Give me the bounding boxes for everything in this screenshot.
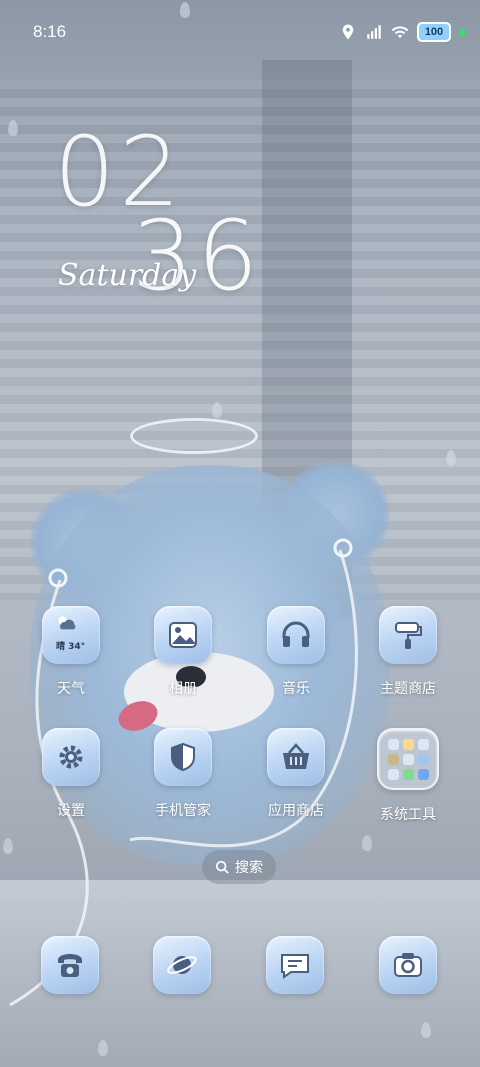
search-icon xyxy=(215,860,229,874)
raindrop xyxy=(3,838,13,854)
clock-day: Saturday xyxy=(58,258,197,293)
phone-icon xyxy=(58,954,82,977)
dock-browser[interactable] xyxy=(153,936,211,994)
basket-icon xyxy=(267,728,325,786)
privacy-indicator-dot xyxy=(459,28,466,36)
app-phone-manager[interactable]: 手机管家 xyxy=(133,728,233,820)
shield-icon xyxy=(154,728,212,786)
app-label: 天气 xyxy=(57,681,85,697)
status-bar: 8:16 100 xyxy=(0,0,480,66)
folder-preview-grid xyxy=(387,738,429,780)
battery-icon: 100 xyxy=(417,22,451,42)
app-app-store[interactable]: 应用商店 xyxy=(246,728,346,820)
app-label: 相册 xyxy=(169,681,197,697)
headphones-icon xyxy=(267,606,325,664)
raindrop xyxy=(446,450,456,466)
gear-icon xyxy=(42,728,100,786)
camera-icon xyxy=(394,953,422,977)
status-time: 8:16 xyxy=(33,22,67,41)
app-gallery[interactable]: 相册 xyxy=(133,606,233,698)
raindrop xyxy=(98,1040,108,1056)
app-weather[interactable]: 晴 34° 天气 xyxy=(21,606,121,698)
location-icon xyxy=(342,24,354,40)
raindrop xyxy=(8,120,18,136)
search-button[interactable]: 搜索 xyxy=(202,850,276,884)
dock-messages[interactable] xyxy=(266,936,324,994)
app-label: 设置 xyxy=(57,803,85,819)
raindrop xyxy=(212,402,222,418)
signal-icon xyxy=(367,25,381,39)
weather-icon: 晴 34° xyxy=(42,606,100,664)
app-theme-store[interactable]: 主题商店 xyxy=(358,606,458,698)
app-label: 应用商店 xyxy=(268,803,324,819)
wifi-icon xyxy=(391,26,409,38)
dock-phone[interactable] xyxy=(41,936,99,994)
app-label: 主题商店 xyxy=(380,681,436,697)
app-system-tools-folder[interactable]: 系统工具 xyxy=(358,728,458,824)
search-label: 搜索 xyxy=(235,860,263,876)
app-settings[interactable]: 设置 xyxy=(21,728,121,820)
weather-badge-text: 晴 34° xyxy=(56,642,86,652)
gallery-icon xyxy=(154,606,212,664)
app-label: 手机管家 xyxy=(155,803,211,819)
raindrop xyxy=(421,1022,431,1038)
app-label: 音乐 xyxy=(282,681,310,697)
raindrop xyxy=(362,835,372,851)
browser-planet-icon xyxy=(167,956,197,974)
message-icon xyxy=(281,954,309,979)
folder-icon xyxy=(377,728,439,790)
app-label: 系统工具 xyxy=(380,807,436,823)
app-music[interactable]: 音乐 xyxy=(246,606,346,698)
paint-roller-icon xyxy=(379,606,437,664)
status-icons: 100 xyxy=(339,22,466,42)
dock-camera[interactable] xyxy=(379,936,437,994)
